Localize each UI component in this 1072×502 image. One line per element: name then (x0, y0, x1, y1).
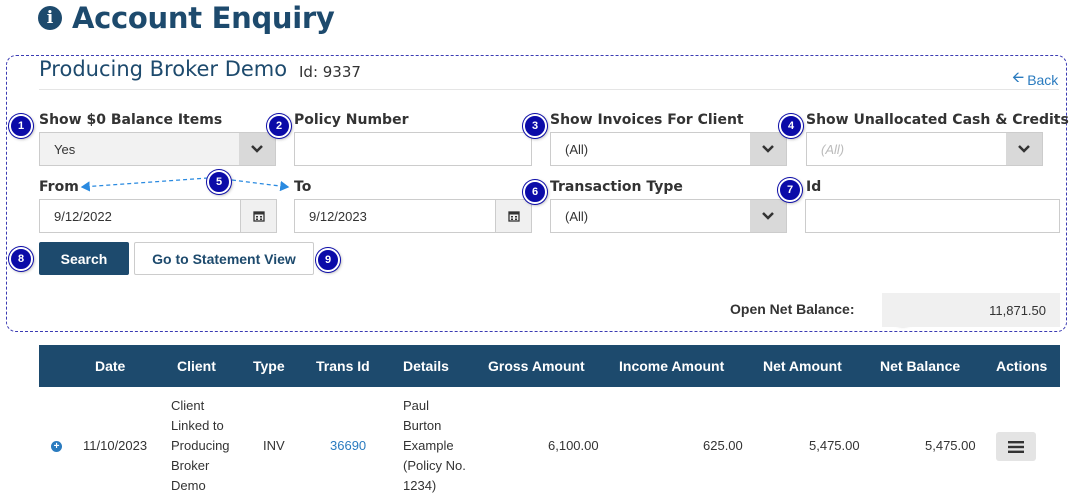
marker-1: 1 (9, 114, 33, 138)
marker-7: 7 (778, 178, 802, 202)
details-line: (Policy No. (403, 458, 466, 473)
details-line: Paul (403, 398, 430, 413)
marker-2: 2 (267, 114, 291, 138)
marker-5: 5 (207, 170, 231, 194)
cell-details: Paul Burton Example (Policy No. 1234) (403, 396, 466, 496)
cell-gross-amount: 6,100.00 (548, 438, 599, 453)
col-client[interactable]: Client (177, 345, 216, 387)
details-line: Example (403, 438, 454, 453)
marker-3: 3 (523, 114, 547, 138)
cell-client: Client Linked to Producing Broker Demo (171, 396, 230, 496)
client-line: Producing (171, 438, 230, 453)
col-type[interactable]: Type (253, 345, 285, 387)
open-net-balance-value: 11,871.50 (882, 293, 1060, 327)
col-date[interactable]: Date (95, 345, 125, 387)
marker-6: 6 (523, 180, 547, 204)
open-net-balance-label: Open Net Balance: (730, 301, 855, 317)
cell-net-amount: 5,475.00 (809, 438, 860, 453)
marker-9: 9 (316, 248, 340, 272)
client-line: Broker (171, 458, 210, 473)
details-line: 1234) (403, 478, 437, 493)
hamburger-icon (1008, 440, 1024, 453)
cell-income-amount: 625.00 (703, 438, 743, 453)
cell-type: INV (263, 438, 285, 453)
table-row: + 11/10/2023 Client Linked to Producing … (39, 387, 1060, 502)
table-header: Date Client Type Trans Id Details Gross … (39, 345, 1060, 387)
col-net-amount[interactable]: Net Amount (763, 345, 842, 387)
client-line: Linked to (171, 418, 224, 433)
details-line: Burton (403, 418, 442, 433)
search-button[interactable]: Search (39, 242, 129, 275)
col-trans-id[interactable]: Trans Id (316, 345, 370, 387)
marker-4: 4 (779, 114, 803, 138)
col-gross-amount[interactable]: Gross Amount (488, 345, 585, 387)
client-line: Demo (171, 478, 206, 493)
col-net-balance[interactable]: Net Balance (880, 345, 960, 387)
client-line: Client (171, 398, 205, 413)
actions-menu-button[interactable] (996, 432, 1036, 461)
expand-plus-icon[interactable]: + (51, 441, 62, 452)
cell-net-balance: 5,475.00 (925, 438, 976, 453)
trans-id-link[interactable]: 36690 (330, 438, 366, 453)
marker-8: 8 (9, 247, 33, 271)
col-details[interactable]: Details (403, 345, 449, 387)
col-actions: Actions (996, 358, 1048, 374)
col-income-amount[interactable]: Income Amount (619, 345, 724, 387)
cell-date: 11/10/2023 (83, 438, 148, 453)
statement-view-button[interactable]: Go to Statement View (134, 242, 314, 275)
